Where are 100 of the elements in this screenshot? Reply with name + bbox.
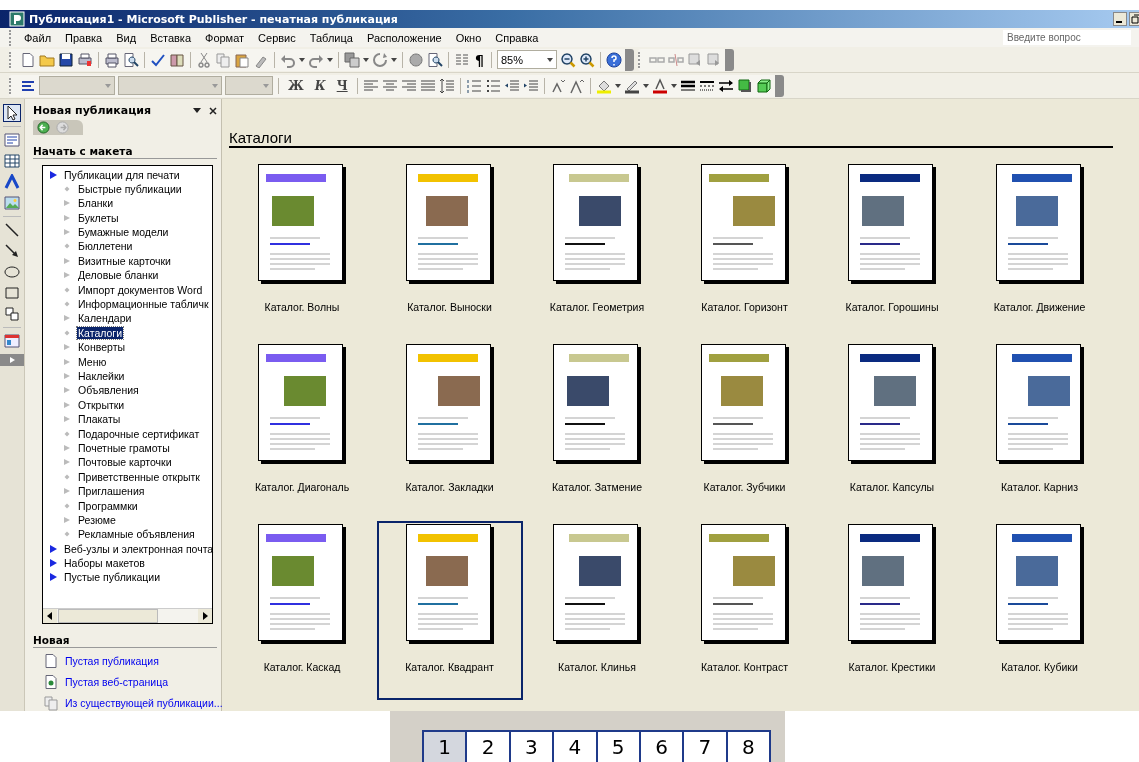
zoom-dropdown[interactable]: 85% [496, 50, 557, 69]
catalog-template[interactable]: Каталог. Клинья [524, 521, 670, 700]
mail-printer-icon[interactable] [77, 51, 93, 68]
caret-icon[interactable] [363, 57, 369, 62]
caret-icon[interactable] [670, 83, 677, 88]
tree-item[interactable]: Объявления [77, 384, 140, 397]
tree-item[interactable]: Резюме [77, 513, 117, 526]
page-tab[interactable]: 8 [725, 730, 771, 762]
save-icon[interactable] [58, 51, 74, 68]
tree-item[interactable]: Почтовые карточки [77, 456, 173, 469]
print-icon[interactable] [104, 51, 120, 68]
link[interactable]: Из существующей публикации... [65, 697, 223, 709]
arrow-style-icon[interactable] [717, 77, 734, 94]
page-tab[interactable]: 4 [552, 730, 598, 762]
catalog-template[interactable]: Каталог. Геометрия [524, 161, 670, 340]
catalog-template[interactable]: Каталог. Зубчики [671, 341, 818, 520]
tree-item[interactable]: Наклейки [77, 370, 126, 382]
menu-item[interactable]: Вставка [143, 31, 198, 44]
caret-icon[interactable] [299, 57, 305, 62]
tree-item[interactable]: Наборы макетов [63, 557, 146, 570]
zoom-in-icon[interactable] [578, 51, 595, 68]
tree-item[interactable]: Конверты [77, 341, 127, 354]
page-tab[interactable]: 5 [595, 730, 641, 762]
format-button[interactable]: Ж [284, 78, 308, 93]
catalog-template[interactable]: Каталог. Карниз [966, 341, 1113, 520]
question-field[interactable]: Введите вопрос [1003, 30, 1131, 45]
page-tab[interactable]: 2 [465, 730, 511, 762]
page-tab[interactable]: 1 [422, 730, 468, 762]
show-marks-button[interactable]: ¶ [473, 51, 486, 68]
back-icon[interactable] [37, 121, 50, 134]
new-document-icon[interactable] [20, 51, 36, 68]
dropdown-arrow-icon[interactable] [193, 106, 201, 115]
text-box-icon[interactable] [4, 132, 20, 148]
tree-item[interactable]: Подарочные сертификат [77, 427, 201, 440]
caret-icon[interactable] [546, 57, 553, 62]
page-tab[interactable]: 6 [638, 730, 685, 762]
decrease-font-icon[interactable] [549, 77, 566, 94]
tree-item[interactable]: Приглашения [77, 485, 146, 498]
tree-item[interactable]: Импорт документов Word [77, 283, 204, 296]
layers-icon[interactable] [344, 51, 360, 68]
catalog-template[interactable]: Каталог. Крестики [819, 521, 965, 700]
tree-item[interactable]: Визитные карточки [77, 254, 172, 267]
tree-item[interactable]: Приветственные открытк [77, 470, 201, 483]
menu-item[interactable]: Окно [448, 31, 489, 44]
format-button[interactable]: Ч [332, 78, 352, 93]
blank-page-icon[interactable] [43, 653, 59, 669]
menu-item[interactable]: Вид [109, 31, 144, 44]
tree-item[interactable]: Веб-узлы и электронная почта [63, 542, 215, 555]
increase-indent-icon[interactable] [522, 77, 539, 94]
previous-text-box-icon[interactable] [686, 51, 703, 68]
caret-icon[interactable] [614, 83, 621, 88]
expand-arrow-icon[interactable] [49, 170, 57, 179]
close-icon[interactable] [209, 106, 217, 115]
minimize-button[interactable] [1113, 12, 1127, 26]
catalog-template[interactable]: Каталог. Горошины [819, 161, 965, 340]
tree-item[interactable]: Рекламные объявления [77, 528, 196, 541]
catalog-template[interactable]: Каталог. Волны [229, 161, 375, 340]
tree-item[interactable]: Открытки [77, 398, 126, 411]
menu-item[interactable]: Справка [488, 31, 546, 44]
arrow-icon[interactable] [4, 243, 20, 259]
rectangle-icon[interactable] [4, 285, 20, 301]
link[interactable]: Пустая веб-страница [65, 676, 168, 688]
web-page-icon[interactable] [43, 674, 59, 690]
catalog-template[interactable]: Каталог. Квадрант [376, 521, 523, 700]
tree-item[interactable]: Буклеты [77, 211, 120, 224]
next-text-box-icon[interactable] [705, 51, 722, 68]
shadow-icon[interactable] [736, 77, 753, 94]
menu-item[interactable]: Таблица [302, 31, 360, 44]
menu-item[interactable]: Сервис [251, 31, 303, 44]
cut-icon[interactable] [196, 51, 212, 68]
increase-font-icon[interactable] [568, 77, 585, 94]
line-spacing-icon[interactable] [438, 77, 455, 94]
research-book-icon[interactable] [169, 51, 185, 68]
tree-item[interactable]: Программки [77, 499, 139, 512]
catalog-template[interactable]: Каталог. Диагональ [229, 341, 375, 520]
autoshapes-icon[interactable] [4, 306, 20, 322]
catalog-template[interactable]: Каталог. Движение [966, 161, 1113, 340]
tree-item[interactable]: Календари [77, 312, 133, 325]
restore-button[interactable] [1129, 12, 1139, 26]
bulleted-list-icon[interactable] [484, 77, 501, 94]
zoom-page-icon[interactable] [427, 51, 443, 68]
menu-item[interactable]: Расположение [359, 31, 449, 44]
catalog-template[interactable]: Каталог. Закладки [376, 341, 523, 520]
zoom-out-icon[interactable] [559, 51, 576, 68]
tree-item[interactable]: Информационные табличк [77, 298, 210, 311]
paste-icon[interactable] [234, 51, 250, 68]
menu-item[interactable]: Файл [17, 31, 59, 44]
menu-item[interactable]: Правка [58, 31, 110, 44]
tree-item[interactable]: Бланки [77, 197, 114, 210]
catalog-template[interactable]: Каталог. Контраст [671, 521, 818, 700]
table-icon[interactable] [4, 153, 20, 169]
line-icon[interactable] [4, 222, 20, 238]
more-tools-button[interactable] [0, 354, 24, 366]
catalog-template[interactable]: Каталог. Кубики [966, 521, 1113, 700]
tree-item[interactable]: Бумажные модели [77, 226, 170, 239]
toolbar-options-button[interactable] [724, 48, 734, 71]
page-tab[interactable]: 3 [508, 730, 555, 762]
scroll-right-icon[interactable] [198, 609, 212, 623]
scroll-left-icon[interactable] [43, 609, 57, 623]
print-preview-icon[interactable] [123, 51, 139, 68]
